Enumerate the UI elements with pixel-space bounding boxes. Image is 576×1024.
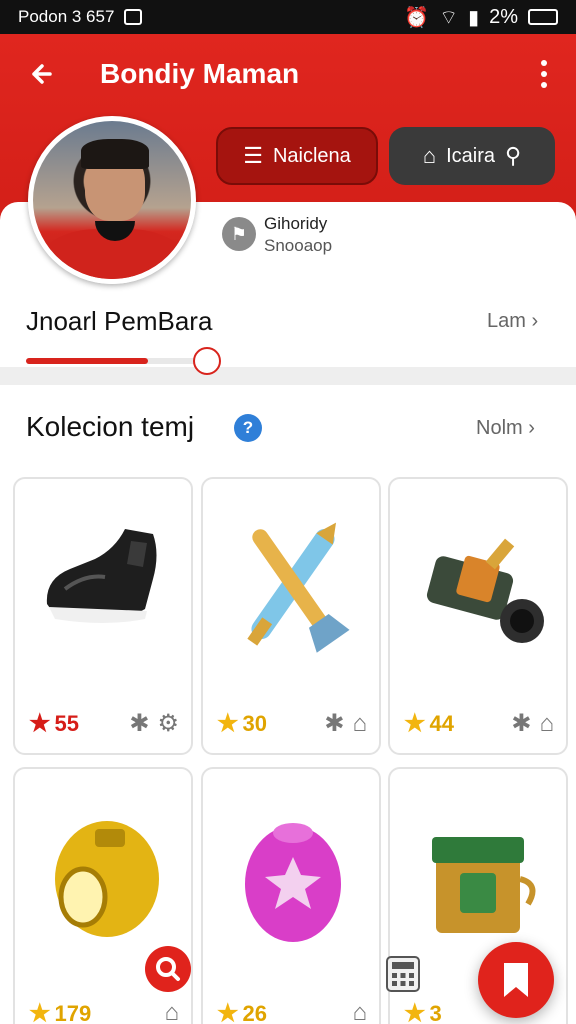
image-notification-icon: [124, 9, 143, 25]
section-link-collection-label: Nolm: [476, 417, 523, 439]
avatar[interactable]: [28, 116, 196, 284]
chevron-right-icon: ›: [531, 310, 539, 332]
item-rating: ★ 26: [217, 999, 267, 1024]
treasure-box-image: [432, 837, 536, 933]
help-icon[interactable]: ?: [234, 414, 262, 442]
egg-image: [245, 823, 341, 942]
item-rating-value: 26: [242, 1000, 267, 1024]
sparkle-icon[interactable]: ✱: [324, 709, 344, 738]
battery-percent: 2%: [489, 5, 518, 28]
item-rating-value: 55: [54, 710, 79, 736]
gear-icon[interactable]: ⚙: [157, 709, 179, 738]
card-actions: ⌂: [353, 999, 368, 1024]
item-rating: ★ 55: [29, 709, 79, 738]
battery-icon: [528, 9, 558, 25]
item-card[interactable]: ★ 55 ✱ ⚙: [13, 477, 193, 755]
section-link-progress-label: Lam: [487, 310, 526, 332]
camera-icon: ⌂: [422, 143, 437, 168]
search-fab[interactable]: [145, 946, 191, 992]
progress-bar: [26, 358, 206, 364]
star-icon: ★: [217, 710, 239, 737]
primary-action-button[interactable]: ☰ Naiclena: [216, 127, 378, 185]
search-icon: ⚲: [505, 143, 522, 168]
helmet-image: [55, 821, 159, 937]
item-card[interactable]: ★ 30 ✱ ⌂: [201, 477, 381, 755]
star-icon: ★: [29, 710, 51, 737]
status-right: ⏰ ⌔ ▮ 2%: [404, 5, 558, 30]
bookmark-icon: [504, 963, 528, 997]
more-options-icon[interactable]: [532, 54, 556, 94]
app-bar: Bondiy Maman: [0, 54, 576, 94]
star-icon: ★: [404, 710, 426, 737]
section-divider: [0, 367, 576, 385]
section-link-collection[interactable]: Nolm ›: [476, 417, 535, 440]
item-rating-value: 44: [429, 710, 454, 736]
progress-fill: [26, 358, 149, 364]
sparkle-icon[interactable]: ✱: [129, 709, 149, 738]
card-actions: ✱ ⌂: [511, 709, 554, 738]
item-rating-value: 179: [54, 1000, 92, 1024]
card-actions: ✱ ⚙: [129, 709, 179, 738]
progress-knob[interactable]: [193, 347, 221, 375]
item-rating: ★ 179: [29, 999, 91, 1024]
card-actions: ✱ ⌂: [324, 709, 367, 738]
list-icon: ☰: [243, 143, 263, 168]
status-bar: Podon 3 657 ⏰ ⌔ ▮ 2%: [0, 0, 576, 34]
star-icon: ★: [29, 1000, 51, 1024]
home-icon[interactable]: ⌂: [540, 710, 555, 738]
star-icon: ★: [217, 1000, 239, 1024]
crossed-rockets-image: [247, 522, 350, 653]
alarm-icon: ⏰: [404, 6, 430, 29]
cannon-image: [426, 538, 544, 643]
secondary-action-label: Icaira: [446, 144, 496, 167]
item-rating: ★ 30: [217, 709, 267, 738]
back-arrow-svg: [32, 64, 52, 84]
search-icon: [156, 957, 180, 981]
item-card[interactable]: ★ 26 ⌂: [201, 767, 381, 1024]
role-name: Gihoridy: [264, 214, 328, 233]
section-title-collection: Kolecion temj: [26, 411, 195, 442]
shoe-image: [46, 529, 157, 623]
item-rating-value: 30: [242, 710, 267, 736]
card-actions: ⌂: [165, 999, 180, 1024]
role-subtitle: Snooaop: [264, 236, 333, 255]
status-left: Podon 3 657: [18, 7, 143, 27]
page-title: Bondiy Maman: [100, 58, 300, 89]
avatar-hair: [81, 139, 149, 169]
section-title-progress: Jnoarl PemBara: [26, 306, 213, 336]
chevron-right-icon: ›: [528, 417, 535, 439]
item-rating: ★ 3: [404, 999, 442, 1024]
star-icon: ★: [404, 1000, 426, 1024]
primary-action-label: Naiclena: [272, 144, 351, 167]
wifi-icon: ⌔: [439, 6, 459, 29]
signal-icon: ▮: [468, 6, 480, 29]
back-arrow-icon[interactable]: [22, 54, 62, 94]
home-icon[interactable]: ⌂: [353, 999, 368, 1024]
bookmark-fab[interactable]: [478, 942, 554, 1018]
home-icon[interactable]: ⌂: [353, 710, 368, 738]
section-link-progress[interactable]: Lam ›: [487, 310, 538, 333]
role-icon: ⚑: [222, 217, 256, 251]
calculator-icon[interactable]: [385, 955, 421, 993]
home-icon[interactable]: ⌂: [165, 999, 180, 1024]
item-rating: ★ 44: [404, 709, 454, 738]
sparkle-icon[interactable]: ✱: [511, 709, 531, 738]
item-card[interactable]: ★ 44 ✱ ⌂: [388, 477, 568, 755]
calculator-svg: [386, 956, 420, 992]
status-time: Podon 3 657: [18, 7, 115, 26]
item-rating-value: 3: [429, 1000, 442, 1024]
secondary-action-button[interactable]: ⌂ Icaira ⚲: [389, 127, 555, 185]
